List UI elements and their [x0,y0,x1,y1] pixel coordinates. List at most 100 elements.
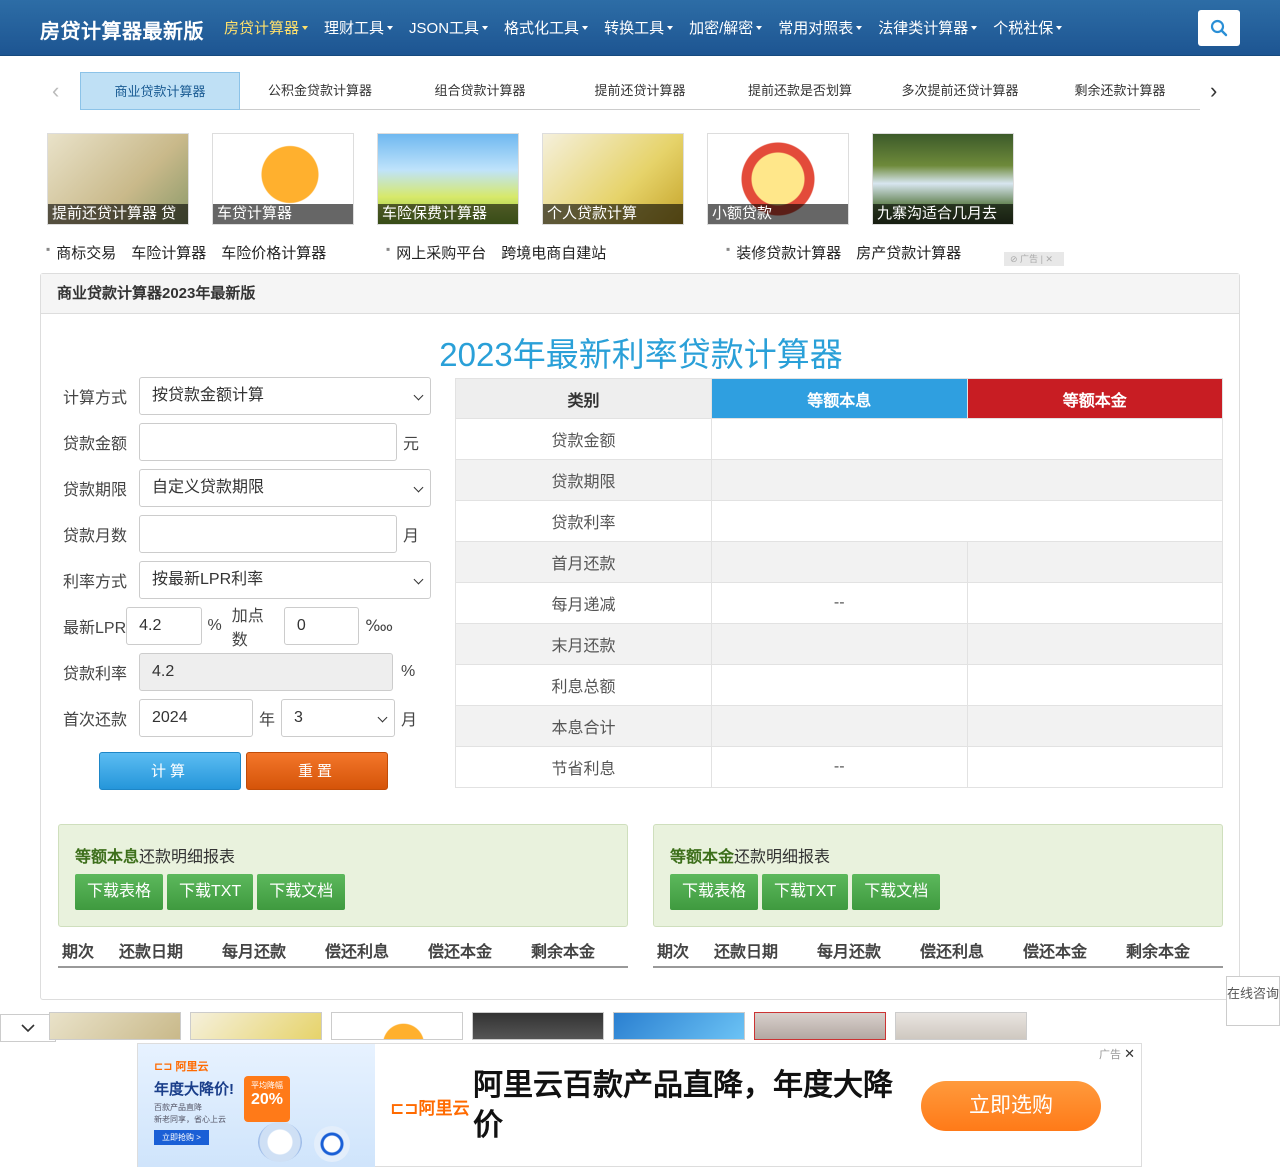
tab-commercial-loan[interactable]: 商业贷款计算器 [80,72,240,110]
panel-title: 商业贷款计算器2023年最新版 [41,274,1239,314]
loan-rate-field: 4.2 [139,653,393,691]
nav-item-law[interactable]: 法律类计算器 [870,0,985,56]
rate-label: 贷款利率 [63,666,128,683]
year-unit: 年 [259,712,276,729]
nav-item-mortgage[interactable]: 房贷计算器 [216,0,316,56]
tab-multi-prepayment[interactable]: 多次提前还贷计算器 [880,72,1040,110]
tab-prepayment-worth[interactable]: 提前还款是否划算 [720,72,880,110]
ad-cta-button[interactable]: 立即选购 [921,1081,1101,1131]
month-unit: 月 [401,712,418,729]
rate-unit: % [401,663,416,680]
calc-method-select[interactable]: 按贷款金额计算 [139,377,431,415]
loan-amount-input[interactable] [139,423,397,461]
thumbnail-ad[interactable] [613,1012,745,1040]
ad-link-group: ▪ 商标交易 车险计算器 车险价格计算器 [46,242,327,263]
row-label: 贷款利率 [455,500,712,542]
collapse-ads-button[interactable] [0,1014,56,1042]
term-label: 贷款期限 [63,482,128,499]
image-ad[interactable]: 车险保费计算器 [377,133,519,225]
download-txt-button[interactable]: 下载TXT [167,874,254,910]
caret-down-icon [482,25,489,30]
calculate-button[interactable]: 计算 [99,752,241,790]
column-header: 偿还利息 [920,944,985,961]
ad-link[interactable]: 网上采购平台 [396,242,486,263]
caret-down-icon [667,25,674,30]
image-ad[interactable]: 提前还贷计算器 贷 [47,133,189,225]
column-header: 偿还利息 [325,944,390,961]
top-navbar: 房贷计算器最新版 房贷计算器 理财工具 JSON工具 格式化工具 转换工具 加密… [0,0,1280,56]
image-ad[interactable]: 九寨沟适合几月去 [872,133,1014,225]
site-brand[interactable]: 房贷计算器最新版 [40,15,204,44]
reset-button[interactable]: 重置 [246,752,388,790]
row-label: 本息合计 [455,705,712,747]
column-header: 偿还本金 [428,944,493,961]
first-month-select[interactable]: 3 [281,699,396,737]
image-ad-row: 提前还贷计算器 贷 车贷计算器 车险保费计算器 个人贷款计算 小额贷款 九寨沟适… [47,133,1037,225]
result-cell [966,664,1223,706]
tabs-prev-arrow-icon[interactable]: ‹ [52,78,59,104]
download-doc-button[interactable]: 下载文档 [257,874,346,910]
search-button[interactable] [1198,10,1240,46]
bp-label: 加点数 [231,608,264,649]
download-doc-button[interactable]: 下载文档 [852,874,941,910]
result-cell [966,746,1223,788]
thumbnail-ad[interactable] [49,1012,181,1040]
ad-close[interactable]: 广告 ✕ [1099,1046,1135,1062]
bp-input[interactable]: 0 [283,607,360,645]
ad-link[interactable]: 跨境电商自建站 [501,242,606,263]
download-excel-button[interactable]: 下载表格 [670,874,759,910]
caret-down-icon [756,25,763,30]
result-cell: -- [711,746,968,788]
detail-table-header: 期次 还款日期 每月还款 偿还利息 偿还本金 剩余本金 [58,934,628,968]
nav-item-json[interactable]: JSON工具 [401,0,496,56]
nav-item-convert[interactable]: 转换工具 [596,0,681,56]
rate-method-select[interactable]: 按最新LPR利率 [139,561,431,599]
online-consult-button[interactable]: 在线咨询 [1226,976,1280,1026]
nav-item-tables[interactable]: 常用对照表 [770,0,870,56]
tab-provident-fund[interactable]: 公积金贷款计算器 [240,72,400,110]
tab-prepayment[interactable]: 提前还贷计算器 [560,72,720,110]
image-ad[interactable]: 车贷计算器 [212,133,354,225]
lpr-input[interactable]: 4.2 [126,607,202,645]
report-title: 等额本息还款明细报表 [75,849,236,866]
first-year-input[interactable]: 2024 [139,699,253,737]
caret-down-icon [971,25,978,30]
loan-term-select[interactable]: 自定义贷款期限 [139,469,431,507]
caret-down-icon [856,25,863,30]
thumbnail-ad[interactable] [190,1012,322,1040]
header-equal-principal: 等额本金 [966,378,1223,419]
download-excel-button[interactable]: 下载表格 [75,874,164,910]
result-table: 类别 等额本息 等额本金 贷款金额 贷款期限 贷款利率 首月还款 每月递减 -- … [455,378,1223,788]
ad-link[interactable]: 商标交易 [56,242,116,263]
tabs-next-arrow-icon[interactable]: › [1210,78,1217,104]
thumbnail-ad[interactable] [754,1012,886,1040]
ad-link[interactable]: 车险计算器 [131,242,206,263]
nav-item-format[interactable]: 格式化工具 [496,0,596,56]
result-cell [711,541,968,583]
nav-item-tax[interactable]: 个税社保 [985,0,1070,56]
header-category: 类别 [455,378,712,419]
caret-down-icon [582,25,589,30]
ad-link[interactable]: 房产贷款计算器 [856,242,961,263]
download-txt-button[interactable]: 下载TXT [762,874,849,910]
thumbnail-ad[interactable] [331,1012,463,1040]
image-ad[interactable]: 小额贷款 [707,133,849,225]
ad-label[interactable]: ⊘ 广告 | ✕ [1004,252,1064,266]
nav-item-crypto[interactable]: 加密/解密 [681,0,770,56]
ad-link[interactable]: 装修贷款计算器 [736,242,841,263]
column-header: 期次 [657,944,690,961]
discount-badge: 平均降幅 20% [244,1076,290,1122]
thumbnail-ad[interactable] [895,1012,1027,1040]
nav-item-finance[interactable]: 理财工具 [316,0,401,56]
tab-remaining[interactable]: 剩余还款计算器 [1040,72,1200,110]
result-cell [966,541,1223,583]
rate-method-label: 利率方式 [63,574,128,591]
ad-link[interactable]: 车险价格计算器 [221,242,326,263]
loan-months-input[interactable] [139,515,397,553]
bottom-banner-ad[interactable]: ⊏⊐ 阿里云 年度大降价! 平均降幅 20% 百款产品直降 新老同享，省心上云 … [137,1043,1142,1167]
thumbnail-ad[interactable] [472,1012,604,1040]
column-header: 还款日期 [714,944,779,961]
amount-label: 贷款金额 [63,436,128,453]
image-ad[interactable]: 个人贷款计算 [542,133,684,225]
tab-combined-loan[interactable]: 组合贷款计算器 [400,72,560,110]
